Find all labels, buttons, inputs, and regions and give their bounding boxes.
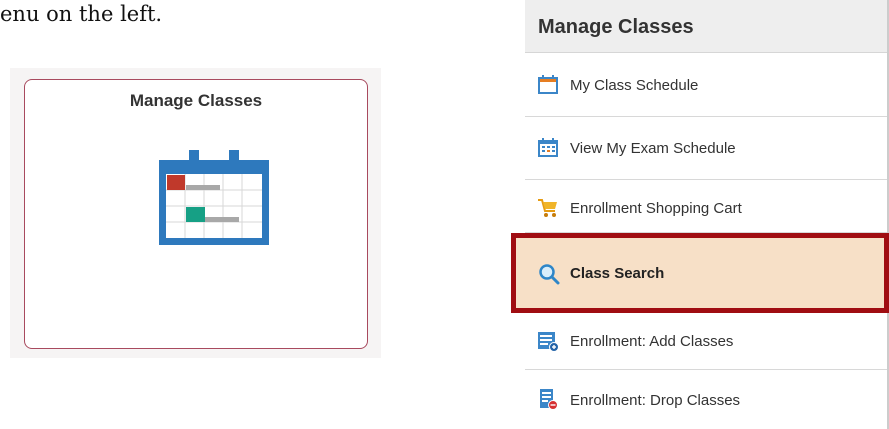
tile-title: Manage Classes [129,91,263,110]
calendar-icon [537,74,559,96]
menu-item-class-search[interactable]: Class Search [511,233,889,313]
menu-header: Manage Classes [525,0,887,53]
add-list-icon [537,330,559,352]
menu-item-label: Enrollment Shopping Cart [570,200,742,217]
menu-item-enrollment-add-classes[interactable]: Enrollment: Add Classes [525,313,887,370]
menu-title: Manage Classes [538,16,694,38]
drop-list-icon [537,388,559,410]
document-text-fragment: enu on the left. [0,2,163,26]
menu-item-view-my-exam-schedule[interactable]: View My Exam Schedule [525,117,887,180]
menu-item-my-class-schedule[interactable]: My Class Schedule [525,54,887,117]
calendar-icon [159,150,269,245]
menu-item-label: Enrollment: Drop Classes [570,392,741,409]
menu-item-label: View My Exam Schedule [570,140,736,157]
menu-item-enrollment-drop-classes[interactable]: Enrollment: Drop Classes [525,370,887,429]
exam-calendar-icon [537,137,559,159]
menu-item-label: Class Search [570,265,665,282]
menu-item-label: My Class Schedule [570,77,699,94]
manage-classes-menu: Manage Classes My Class Schedule View My… [511,0,889,429]
manage-classes-tile[interactable]: Manage Classes [24,79,368,349]
menu-item-enrollment-shopping-cart[interactable]: Enrollment Shopping Cart [525,180,887,233]
search-icon [538,263,560,285]
menu-item-label: Enrollment: Add Classes [570,333,734,350]
shopping-cart-icon [537,197,559,219]
